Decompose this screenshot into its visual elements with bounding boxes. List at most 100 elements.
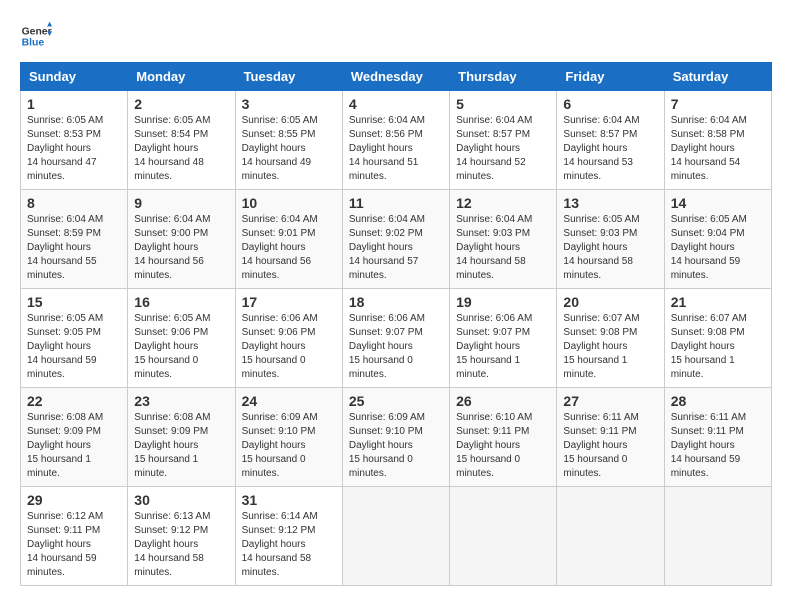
day-number: 12 (456, 195, 550, 211)
day-number: 25 (349, 393, 443, 409)
svg-text:Blue: Blue (22, 38, 45, 49)
day-number: 11 (349, 195, 443, 211)
day-info: Sunrise: 6:08 AMSunset: 9:09 PMDaylight … (27, 411, 121, 481)
calendar-cell: 26 Sunrise: 6:10 AMSunset: 9:11 PMDayligh… (450, 388, 557, 487)
logo-icon: General Blue (20, 20, 52, 52)
calendar-cell: 20 Sunrise: 6:07 AMSunset: 9:08 PMDayligh… (557, 289, 664, 388)
calendar-cell: 21Sunrise: 6:07 AMSunset: 9:08 PMDayligh… (664, 289, 771, 388)
day-number: 17 (242, 294, 336, 310)
day-number: 2 (134, 96, 228, 112)
day-info: Sunrise: 6:04 AMSunset: 9:01 PMDaylight … (242, 213, 336, 283)
day-number: 10 (242, 195, 336, 211)
day-info: Sunrise: 6:05 AMSunset: 8:54 PMDaylight … (134, 114, 228, 184)
calendar-cell: 25Sunrise: 6:09 AMSunset: 9:10 PMDayligh… (342, 388, 449, 487)
day-number: 26 (456, 393, 550, 409)
calendar-cell: 24Sunrise: 6:09 AMSunset: 9:10 PMDayligh… (235, 388, 342, 487)
calendar-cell: 6 Sunrise: 6:04 AMSunset: 8:57 PMDaylight… (557, 91, 664, 190)
page-header: General Blue (20, 20, 772, 52)
day-info: Sunrise: 6:04 AMSunset: 8:56 PMDaylight … (349, 114, 443, 184)
calendar-header-row: SundayMondayTuesdayWednesdayThursdayFrid… (21, 63, 772, 91)
day-info: Sunrise: 6:13 AMSunset: 9:12 PMDaylight … (134, 510, 228, 580)
calendar-cell: 8Sunrise: 6:04 AMSunset: 8:59 PMDaylight… (21, 190, 128, 289)
header-thursday: Thursday (450, 63, 557, 91)
header-saturday: Saturday (664, 63, 771, 91)
day-info: Sunrise: 6:07 AMSunset: 9:08 PMDaylight … (671, 312, 765, 382)
calendar-cell: 30 Sunrise: 6:13 AMSunset: 9:12 PMDayligh… (128, 487, 235, 586)
calendar-table: SundayMondayTuesdayWednesdayThursdayFrid… (20, 62, 772, 586)
day-number: 30 (134, 492, 228, 508)
day-info: Sunrise: 6:11 AMSunset: 9:11 PMDaylight … (671, 411, 765, 481)
calendar-cell: 23 Sunrise: 6:08 AMSunset: 9:09 PMDayligh… (128, 388, 235, 487)
day-number: 23 (134, 393, 228, 409)
day-info: Sunrise: 6:04 AMSunset: 9:00 PMDaylight … (134, 213, 228, 283)
calendar-cell: 16 Sunrise: 6:05 AMSunset: 9:06 PMDayligh… (128, 289, 235, 388)
day-info: Sunrise: 6:05 AMSunset: 9:06 PMDaylight … (134, 312, 228, 382)
day-info: Sunrise: 6:07 AMSunset: 9:08 PMDaylight … (563, 312, 657, 382)
calendar-week-1: 1 Sunrise: 6:05 AMSunset: 8:53 PMDaylight… (21, 91, 772, 190)
header-wednesday: Wednesday (342, 63, 449, 91)
calendar-cell (664, 487, 771, 586)
calendar-week-3: 15 Sunrise: 6:05 AMSunset: 9:05 PMDayligh… (21, 289, 772, 388)
day-number: 20 (563, 294, 657, 310)
day-info: Sunrise: 6:05 AMSunset: 8:55 PMDaylight … (242, 114, 336, 184)
day-info: Sunrise: 6:10 AMSunset: 9:11 PMDaylight … (456, 411, 550, 481)
day-number: 4 (349, 96, 443, 112)
calendar-cell (342, 487, 449, 586)
day-info: Sunrise: 6:04 AMSunset: 8:58 PMDaylight … (671, 114, 765, 184)
calendar-cell: 13Sunrise: 6:05 AMSunset: 9:03 PMDayligh… (557, 190, 664, 289)
day-info: Sunrise: 6:11 AMSunset: 9:11 PMDaylight … (563, 411, 657, 481)
header-monday: Monday (128, 63, 235, 91)
calendar-cell: 17 Sunrise: 6:06 AMSunset: 9:06 PMDayligh… (235, 289, 342, 388)
day-number: 5 (456, 96, 550, 112)
calendar-cell: 11 Sunrise: 6:04 AMSunset: 9:02 PMDayligh… (342, 190, 449, 289)
calendar-cell: 29 Sunrise: 6:12 AMSunset: 9:11 PMDayligh… (21, 487, 128, 586)
day-info: Sunrise: 6:04 AMSunset: 9:03 PMDaylight … (456, 213, 550, 283)
calendar-cell: 1 Sunrise: 6:05 AMSunset: 8:53 PMDaylight… (21, 91, 128, 190)
day-number: 3 (242, 96, 336, 112)
day-info: Sunrise: 6:04 AMSunset: 8:57 PMDaylight … (563, 114, 657, 184)
day-number: 7 (671, 96, 765, 112)
day-number: 22 (27, 393, 121, 409)
calendar-cell: 5 Sunrise: 6:04 AMSunset: 8:57 PMDaylight… (450, 91, 557, 190)
day-number: 19 (456, 294, 550, 310)
day-number: 9 (134, 195, 228, 211)
day-number: 28 (671, 393, 765, 409)
calendar-cell: 12 Sunrise: 6:04 AMSunset: 9:03 PMDayligh… (450, 190, 557, 289)
day-number: 29 (27, 492, 121, 508)
calendar-cell: 9 Sunrise: 6:04 AMSunset: 9:00 PMDaylight… (128, 190, 235, 289)
day-number: 1 (27, 96, 121, 112)
day-info: Sunrise: 6:06 AMSunset: 9:07 PMDaylight … (456, 312, 550, 382)
calendar-cell: 2 Sunrise: 6:05 AMSunset: 8:54 PMDaylight… (128, 91, 235, 190)
calendar-cell: 14 Sunrise: 6:05 AMSunset: 9:04 PMDayligh… (664, 190, 771, 289)
day-info: Sunrise: 6:04 AMSunset: 9:02 PMDaylight … (349, 213, 443, 283)
day-number: 6 (563, 96, 657, 112)
calendar-week-2: 8Sunrise: 6:04 AMSunset: 8:59 PMDaylight… (21, 190, 772, 289)
day-info: Sunrise: 6:05 AMSunset: 8:53 PMDaylight … (27, 114, 121, 184)
calendar-cell: 10 Sunrise: 6:04 AMSunset: 9:01 PMDayligh… (235, 190, 342, 289)
calendar-cell: 7 Sunrise: 6:04 AMSunset: 8:58 PMDaylight… (664, 91, 771, 190)
day-info: Sunrise: 6:09 AMSunset: 9:10 PMDaylight … (242, 411, 336, 481)
day-number: 16 (134, 294, 228, 310)
day-info: Sunrise: 6:04 AMSunset: 8:57 PMDaylight … (456, 114, 550, 184)
day-info: Sunrise: 6:05 AMSunset: 9:03 PMDaylight … (563, 213, 657, 283)
calendar-cell: 27 Sunrise: 6:11 AMSunset: 9:11 PMDayligh… (557, 388, 664, 487)
svg-text:General: General (22, 26, 52, 37)
calendar-week-5: 29 Sunrise: 6:12 AMSunset: 9:11 PMDayligh… (21, 487, 772, 586)
day-info: Sunrise: 6:06 AMSunset: 9:07 PMDaylight … (349, 312, 443, 382)
day-info: Sunrise: 6:08 AMSunset: 9:09 PMDaylight … (134, 411, 228, 481)
day-info: Sunrise: 6:05 AMSunset: 9:05 PMDaylight … (27, 312, 121, 382)
day-number: 14 (671, 195, 765, 211)
day-number: 27 (563, 393, 657, 409)
day-number: 15 (27, 294, 121, 310)
header-sunday: Sunday (21, 63, 128, 91)
day-info: Sunrise: 6:12 AMSunset: 9:11 PMDaylight … (27, 510, 121, 580)
calendar-week-4: 22 Sunrise: 6:08 AMSunset: 9:09 PMDayligh… (21, 388, 772, 487)
calendar-cell: 3 Sunrise: 6:05 AMSunset: 8:55 PMDaylight… (235, 91, 342, 190)
day-number: 31 (242, 492, 336, 508)
day-info: Sunrise: 6:04 AMSunset: 8:59 PMDaylight … (27, 213, 121, 283)
day-info: Sunrise: 6:06 AMSunset: 9:06 PMDaylight … (242, 312, 336, 382)
logo: General Blue (20, 20, 52, 52)
calendar-cell: 19 Sunrise: 6:06 AMSunset: 9:07 PMDayligh… (450, 289, 557, 388)
day-info: Sunrise: 6:05 AMSunset: 9:04 PMDaylight … (671, 213, 765, 283)
calendar-cell: 15 Sunrise: 6:05 AMSunset: 9:05 PMDayligh… (21, 289, 128, 388)
